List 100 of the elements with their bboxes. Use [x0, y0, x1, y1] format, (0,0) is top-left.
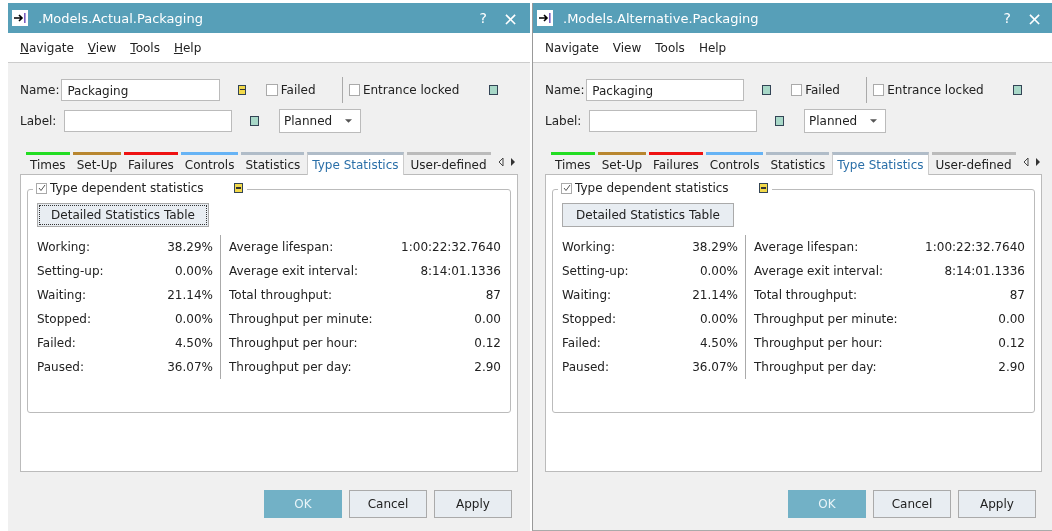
stat-value: 36.07% — [167, 360, 213, 374]
label-field[interactable] — [589, 109, 757, 132]
stat-value: 0.00% — [699, 312, 738, 326]
stat-value: 0.00% — [174, 312, 213, 326]
tab[interactable]: Type Statistics — [307, 152, 404, 175]
stat-label: Failed: — [562, 336, 601, 350]
scroll-left-icon[interactable] — [1022, 157, 1029, 167]
stat-value: 0.12 — [998, 336, 1025, 350]
checkbox[interactable] — [790, 83, 803, 96]
stat-value: 21.14% — [692, 288, 738, 302]
checkbox-label: Failed — [280, 82, 316, 97]
caret-icon — [870, 118, 877, 123]
stat-value: 38.29% — [167, 240, 213, 254]
stat-value: 0.00 — [998, 312, 1025, 326]
checkbox[interactable] — [561, 182, 572, 194]
stat-value: 0.12 — [474, 336, 501, 350]
indicator-icon[interactable] — [758, 183, 768, 193]
stat-label: Throughput per hour: — [754, 336, 883, 350]
checkbox[interactable] — [266, 83, 278, 96]
stat-value: 8:14:01.1336 — [420, 264, 501, 278]
detailed-statistics-button[interactable]: Detailed Statistics Table — [37, 203, 209, 227]
field-label: Name: — [545, 82, 586, 97]
indicator-icon[interactable] — [1013, 84, 1022, 95]
checkbox-label: Entrance locked — [362, 82, 461, 97]
indicator-icon[interactable] — [250, 115, 259, 126]
detailed-statistics-button[interactable]: Detailed Statistics Table — [562, 203, 734, 227]
stat-value: 21.14% — [167, 288, 213, 302]
stat-label: Average lifespan: — [754, 240, 859, 254]
indicator-icon[interactable] — [233, 183, 243, 193]
scroll-right-icon[interactable] — [1034, 157, 1041, 167]
window-title: .Models.Actual.Packaging — [38, 10, 203, 26]
stat-label: Waiting: — [37, 288, 87, 302]
menu-item[interactable]: Tools — [130, 40, 160, 55]
name-field[interactable]: Packaging — [61, 78, 220, 101]
stat-label: Total throughput: — [754, 288, 857, 302]
stat-label: Total throughput: — [229, 288, 332, 302]
stat-value: 4.50% — [699, 336, 738, 350]
checkbox[interactable] — [872, 83, 885, 96]
checkbox-label: Entrance locked — [887, 82, 985, 97]
stat-label: Setting-up: — [37, 264, 104, 278]
menu-item[interactable]: Tools — [655, 40, 685, 55]
stat-value: 1:00:22:32.7640 — [925, 240, 1025, 254]
stat-label: Throughput per day: — [754, 360, 877, 374]
indicator-icon[interactable] — [775, 115, 784, 126]
stat-label: Paused: — [37, 360, 84, 374]
menu-item[interactable]: View — [87, 40, 117, 55]
dialog-button[interactable]: Apply — [434, 490, 512, 518]
stat-label: Throughput per hour: — [229, 336, 358, 350]
status-dropdown[interactable]: Planned — [279, 108, 361, 133]
stat-value: 38.29% — [692, 240, 738, 254]
dialog-button[interactable]: Cancel — [873, 490, 951, 518]
stat-value: 1:00:22:32.7640 — [401, 240, 501, 254]
stat-value: 0.00 — [474, 312, 501, 326]
stat-value: 87 — [1009, 288, 1025, 302]
stat-label: Average exit interval: — [229, 264, 358, 278]
stat-label: Failed: — [37, 336, 76, 350]
field-label: Name: — [20, 82, 61, 97]
indicator-icon[interactable] — [237, 84, 247, 95]
stat-label: Average exit interval: — [754, 264, 883, 278]
stat-label: Working: — [37, 240, 90, 254]
indicator-icon[interactable] — [489, 84, 498, 95]
stat-label: Throughput per minute: — [229, 312, 373, 326]
field-label: Label: — [20, 113, 58, 128]
tab[interactable]: Type Statistics — [832, 152, 929, 175]
stat-value: 8:14:01.1336 — [944, 264, 1025, 278]
menu-item[interactable]: Help — [698, 40, 727, 55]
stat-label: Throughput per minute: — [754, 312, 898, 326]
stat-label: Working: — [562, 240, 615, 254]
menu-item[interactable]: View — [612, 40, 642, 55]
dialog-button[interactable]: Cancel — [349, 490, 427, 518]
name-field[interactable]: Packaging — [586, 78, 745, 101]
scroll-right-icon[interactable] — [509, 157, 516, 167]
checkbox-label: Failed — [805, 82, 840, 97]
checkbox-label: Type dependent statistics — [575, 181, 729, 195]
stat-label: Stopped: — [562, 312, 616, 326]
status-dropdown[interactable]: Planned — [804, 108, 886, 133]
window-title: .Models.Alternative.Packaging — [563, 10, 759, 26]
stat-label: Waiting: — [562, 288, 612, 302]
stat-label: Setting-up: — [562, 264, 629, 278]
field-label: Label: — [545, 113, 583, 128]
indicator-icon[interactable] — [762, 84, 771, 95]
stat-label: Average lifespan: — [229, 240, 334, 254]
stat-value: 87 — [485, 288, 501, 302]
checkbox-label: Type dependent statistics — [50, 181, 204, 195]
stat-value: 2.90 — [474, 360, 501, 374]
stat-value: 2.90 — [998, 360, 1025, 374]
menu-item[interactable]: Navigate — [545, 40, 599, 55]
scroll-left-icon[interactable] — [497, 157, 504, 167]
label-field[interactable] — [64, 109, 232, 132]
menu-item[interactable]: Help — [173, 40, 202, 55]
stat-value: 36.07% — [692, 360, 738, 374]
checkbox[interactable] — [348, 83, 360, 96]
app-icon — [12, 10, 28, 26]
stat-value: 4.50% — [174, 336, 213, 350]
dialog-button[interactable]: Apply — [958, 490, 1036, 518]
checkbox[interactable] — [36, 182, 47, 194]
stat-label: Paused: — [562, 360, 609, 374]
menu-item[interactable]: Navigate — [20, 40, 74, 55]
stat-label: Stopped: — [37, 312, 91, 326]
stat-label: Throughput per day: — [229, 360, 352, 374]
